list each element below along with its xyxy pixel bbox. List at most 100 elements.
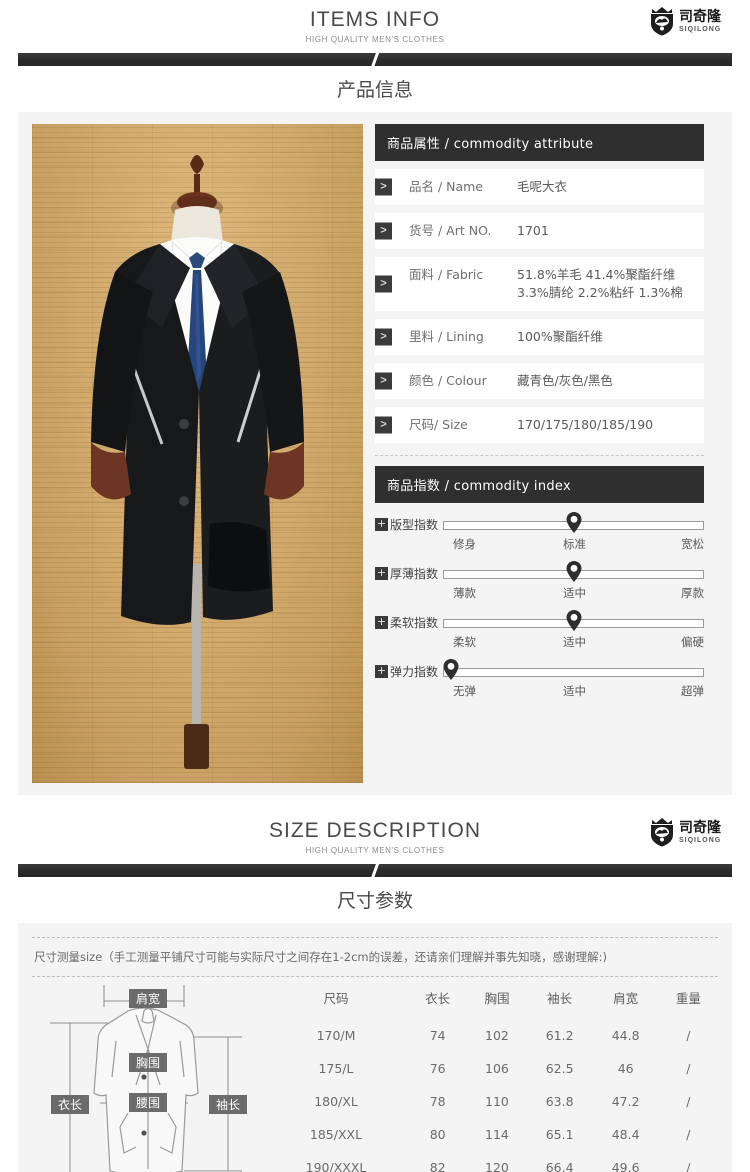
slider-track-wrap[interactable]	[443, 560, 704, 582]
brand-name-en: SIQILONG	[679, 836, 722, 844]
attr-value-line1: 51.8%羊毛 41.4%聚酯纤维	[517, 267, 676, 282]
cell-length: 82	[429, 1160, 446, 1172]
table-row: 190/XXXL 82 120 66.4 49.6 /	[264, 1151, 718, 1172]
section-divider-bar	[18, 51, 732, 69]
table-row: 175/L 76 106 62.5 46 /	[264, 1052, 718, 1085]
chevron-right-icon: >	[375, 416, 392, 434]
index-scale-right: 超弹	[681, 684, 704, 698]
shield-crown-icon	[648, 6, 676, 36]
diagram-label-sleeve: 袖长	[216, 1097, 240, 1112]
product-photo-wrap	[18, 124, 363, 783]
brand-name-en: SIQILONG	[679, 25, 722, 33]
table-row: > 尺码/ Size 170/175/180/185/190	[375, 407, 704, 443]
commodity-attribute-header: 商品属性 / commodity attribute	[375, 124, 704, 161]
column-header: 袖长	[547, 991, 573, 1006]
cell-size: 180/XL	[314, 1094, 358, 1109]
product-photo[interactable]	[32, 124, 363, 783]
brand-logo: 司奇隆 SIQILONG	[648, 6, 732, 36]
column-header: 重量	[675, 991, 701, 1006]
brand-name-cn: 司奇隆	[679, 8, 721, 25]
cell-chest: 114	[485, 1127, 509, 1142]
slider-pin-marker[interactable]	[566, 609, 581, 631]
index-row-thickness: + 厚薄指数 薄款 适中 厚款	[375, 560, 704, 601]
chevron-right-icon: >	[375, 275, 392, 293]
slider-track-wrap[interactable]	[443, 658, 704, 680]
brand-name-cn: 司奇隆	[679, 819, 721, 836]
column-header: 肩宽	[613, 991, 639, 1006]
index-name: 版型指数	[390, 518, 439, 532]
chevron-right-icon: >	[375, 178, 392, 196]
cell-chest: 120	[485, 1160, 509, 1172]
index-name: 弹力指数	[390, 665, 439, 679]
attr-value: 1701	[517, 223, 549, 238]
table-row: > 里料 / Lining 100%聚酯纤维	[375, 319, 704, 355]
dashed-separator	[375, 455, 704, 456]
index-row-softness: + 柔软指数 柔软 适中 偏硬	[375, 609, 704, 650]
size-description-subtitle-en: HIGH QUALITY MEN'S CLOTHES	[305, 846, 445, 855]
cell-chest: 102	[485, 1028, 509, 1043]
slider-track-wrap[interactable]	[443, 511, 704, 533]
index-name: 柔软指数	[390, 616, 439, 630]
index-scale-left: 薄款	[453, 586, 476, 600]
cell-chest: 110	[485, 1094, 509, 1109]
slider-pin-marker[interactable]	[566, 511, 581, 533]
index-scale-mid: 标准	[563, 537, 586, 551]
section-divider-bar	[18, 862, 732, 880]
table-row: 170/M 74 102 61.2 44.8 /	[264, 1019, 718, 1052]
plus-icon[interactable]: +	[375, 518, 388, 531]
items-info-title-cn: 产品信息	[336, 79, 413, 101]
size-table-wrap: 尺码 衣长 胸围 袖长 肩宽 重量 170/M 74 102 61.2 44.8…	[264, 977, 718, 1172]
garment-measure-diagram: 肩宽 胸围 腰围 衣长 袖长	[32, 977, 264, 1172]
table-header-row: 尺码 衣长 胸围 袖长 肩宽 重量	[264, 979, 718, 1019]
index-scale-right: 厚款	[681, 586, 704, 600]
size-measure-note: 尺寸测量size（手工测量平铺尺寸可能与实际尺寸之间存在1-2cm的误差，还请亲…	[34, 950, 607, 964]
size-description-title-en: SIZE DESCRIPTION	[268, 819, 482, 842]
chevron-right-icon: >	[375, 372, 392, 390]
commodity-index-header: 商品指数 / commodity index	[375, 466, 704, 503]
attr-label: 颜色 / Colour	[409, 373, 487, 388]
chevron-right-icon: >	[375, 328, 392, 346]
table-row: > 货号 / Art NO. 1701	[375, 213, 704, 249]
diagram-label-shoulder: 肩宽	[136, 991, 160, 1006]
attributes-column: 商品属性 / commodity attribute > 品名 / Name 毛…	[363, 124, 718, 783]
plus-icon[interactable]: +	[375, 616, 388, 629]
cell-shoulder: 49.6	[611, 1160, 640, 1172]
slider-track-wrap[interactable]	[443, 609, 704, 631]
product-info-panel: 商品属性 / commodity attribute > 品名 / Name 毛…	[18, 112, 732, 795]
attr-value-line2: 3.3%腈纶 2.2%粘纤 1.3%棉	[517, 285, 683, 300]
index-scale-left: 修身	[453, 537, 476, 551]
cell-weight: /	[686, 1094, 691, 1109]
cell-sleeve: 65.1	[545, 1127, 574, 1142]
cell-shoulder: 47.2	[611, 1094, 640, 1109]
mannequin-coat-photo	[91, 155, 304, 769]
attr-label: 货号 / Art NO.	[409, 223, 492, 238]
cell-length: 74	[429, 1028, 446, 1043]
attr-value: 100%聚酯纤维	[517, 329, 603, 344]
size-description-title-cn: 尺寸参数	[336, 890, 413, 912]
table-row: 185/XXL 80 114 65.1 48.4 /	[264, 1118, 718, 1151]
slider-pin-marker[interactable]	[443, 658, 459, 680]
slider-pin-marker[interactable]	[566, 560, 581, 582]
items-info-title-en: ITEMS INFO	[309, 8, 441, 31]
attr-value: 毛呢大衣	[517, 179, 568, 194]
size-table: 尺码 衣长 胸围 袖长 肩宽 重量 170/M 74 102 61.2 44.8…	[264, 979, 718, 1172]
cell-sleeve: 62.5	[545, 1061, 574, 1076]
attr-value: 藏青色/灰色/黑色	[517, 373, 613, 388]
cell-length: 76	[429, 1061, 446, 1076]
plus-icon[interactable]: +	[375, 567, 388, 580]
cell-sleeve: 63.8	[545, 1094, 574, 1109]
size-panel: 尺寸测量size（手工测量平铺尺寸可能与实际尺寸之间存在1-2cm的误差，还请亲…	[18, 923, 732, 1172]
cell-weight: /	[686, 1160, 691, 1172]
index-row-elasticity: + 弹力指数 无弹 适中 超弹	[375, 658, 704, 699]
table-row: 180/XL 78 110 63.8 47.2 /	[264, 1085, 718, 1118]
index-scale-mid: 适中	[563, 586, 586, 600]
plus-icon[interactable]: +	[375, 665, 388, 678]
cell-weight: /	[686, 1127, 691, 1142]
table-row: > 面料 / Fabric 51.8%羊毛 41.4%聚酯纤维 3.3%腈纶 2…	[375, 257, 704, 311]
attr-value: 51.8%羊毛 41.4%聚酯纤维 3.3%腈纶 2.2%粘纤 1.3%棉	[517, 266, 683, 302]
index-scale-mid: 适中	[563, 684, 586, 698]
table-row: > 品名 / Name 毛呢大衣	[375, 169, 704, 205]
cell-weight: /	[686, 1061, 691, 1076]
index-scale-right: 宽松	[681, 537, 704, 551]
diagram-label-length: 衣长	[58, 1097, 82, 1112]
